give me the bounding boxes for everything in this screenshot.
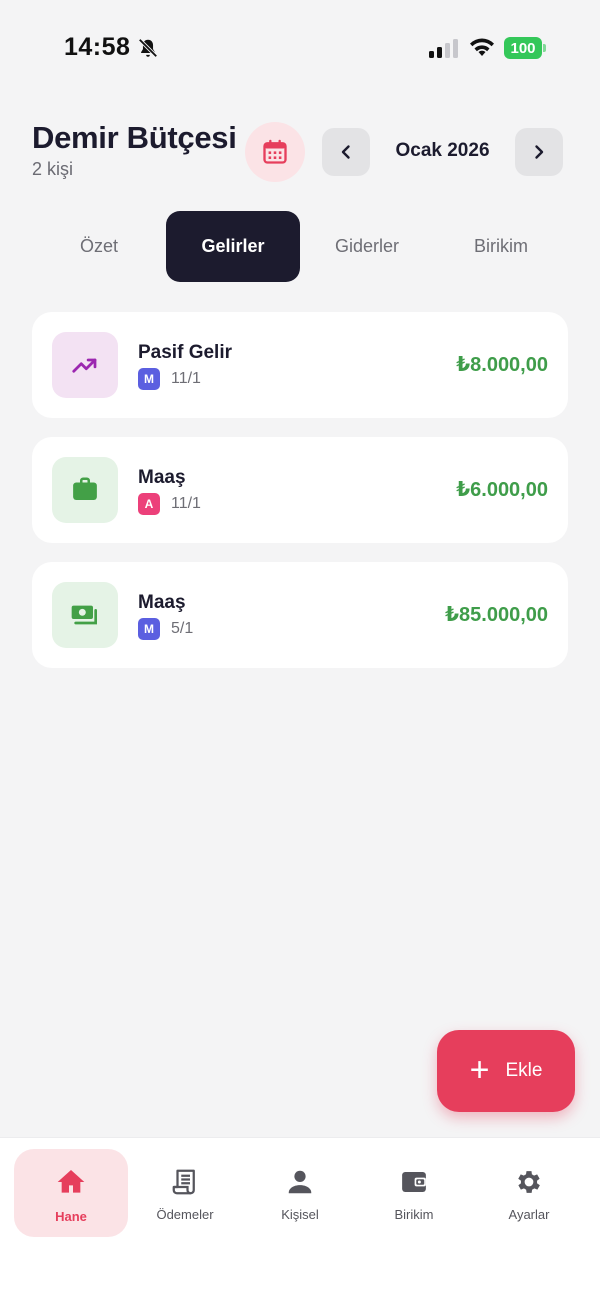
income-meta: A 11/1 — [138, 493, 201, 515]
income-icon-container — [52, 332, 118, 398]
nav-item-hane[interactable]: Hane — [14, 1149, 128, 1237]
person-icon — [288, 1170, 312, 1194]
home-icon — [57, 1170, 85, 1193]
income-meta: M 5/1 — [138, 618, 193, 640]
member-count: 2 kişi — [32, 159, 74, 179]
income-icon-container — [52, 582, 118, 648]
income-date: 5/1 — [171, 620, 194, 637]
receipt-icon — [172, 1169, 195, 1195]
tab-ozet[interactable]: Özet — [32, 211, 166, 282]
nav-item-kisisel[interactable]: Kişisel — [243, 1149, 357, 1237]
nav-label: Birikim — [394, 1207, 434, 1222]
income-card[interactable]: Pasif Gelir M 11/1 ₺8.000,00 — [32, 312, 568, 418]
battery-level: 100 — [504, 37, 542, 59]
income-title: Pasif Gelir — [138, 342, 232, 363]
nav-item-ayarlar[interactable]: Ayarlar — [472, 1149, 586, 1237]
nav-label: Ayarlar — [508, 1207, 550, 1222]
section-tabs: Özet Gelirler Giderler Birikim — [32, 211, 568, 282]
gear-icon — [518, 1171, 540, 1193]
income-title: Maaş — [138, 592, 186, 613]
trending-up-icon — [72, 358, 97, 373]
member-badge: A — [138, 493, 160, 515]
nav-item-birikim[interactable]: Birikim — [357, 1149, 471, 1237]
calendar-icon — [263, 139, 287, 164]
nav-item-odemeler[interactable]: Ödemeler — [128, 1149, 242, 1237]
previous-month-button[interactable] — [322, 128, 370, 176]
income-amount: ₺85.000,00 — [445, 604, 548, 626]
nav-label: Kişisel — [281, 1207, 319, 1222]
add-button-label: Ekle — [505, 1060, 543, 1081]
briefcase-icon — [73, 477, 97, 500]
tab-giderler[interactable]: Giderler — [300, 211, 434, 282]
signal-icon — [429, 39, 458, 58]
plus-icon: + — [469, 1050, 490, 1089]
member-badge: M — [138, 618, 160, 640]
chevron-left-icon — [341, 145, 350, 159]
income-date: 11/1 — [171, 495, 201, 512]
income-card[interactable]: Maaş M 5/1 ₺85.000,00 — [32, 562, 568, 668]
money-icon — [71, 605, 97, 625]
income-card[interactable]: Maaş A 11/1 ₺6.000,00 — [32, 437, 568, 543]
income-amount: ₺6.000,00 — [456, 479, 548, 501]
add-button[interactable]: + Ekle — [437, 1030, 575, 1112]
wallet-icon — [402, 1172, 426, 1192]
status-bar: 14:58 100 — [0, 0, 600, 96]
next-month-button[interactable] — [515, 128, 563, 176]
wifi-icon — [470, 38, 494, 56]
member-badge: M — [138, 368, 160, 390]
battery-indicator: 100 — [504, 37, 546, 59]
income-amount: ₺8.000,00 — [456, 354, 548, 376]
tab-birikim[interactable]: Birikim — [434, 211, 568, 282]
income-meta: M 11/1 — [138, 368, 201, 390]
bell-muted-icon — [138, 38, 158, 58]
calendar-button[interactable] — [245, 122, 305, 182]
income-title: Maaş — [138, 467, 186, 488]
nav-label: Hane — [55, 1209, 87, 1224]
income-icon-container — [52, 457, 118, 523]
bottom-navigation: Hane Ödemeler Kişisel Birikim Ayarlar — [0, 1137, 600, 1299]
chevron-right-icon — [535, 145, 544, 159]
current-month: Ocak 2026 — [395, 140, 490, 161]
status-time: 14:58 — [64, 33, 131, 61]
income-date: 11/1 — [171, 370, 201, 387]
nav-label: Ödemeler — [156, 1207, 214, 1222]
tab-gelirler[interactable]: Gelirler — [166, 211, 300, 282]
budget-title: Demir Bütçesi — [32, 120, 237, 155]
